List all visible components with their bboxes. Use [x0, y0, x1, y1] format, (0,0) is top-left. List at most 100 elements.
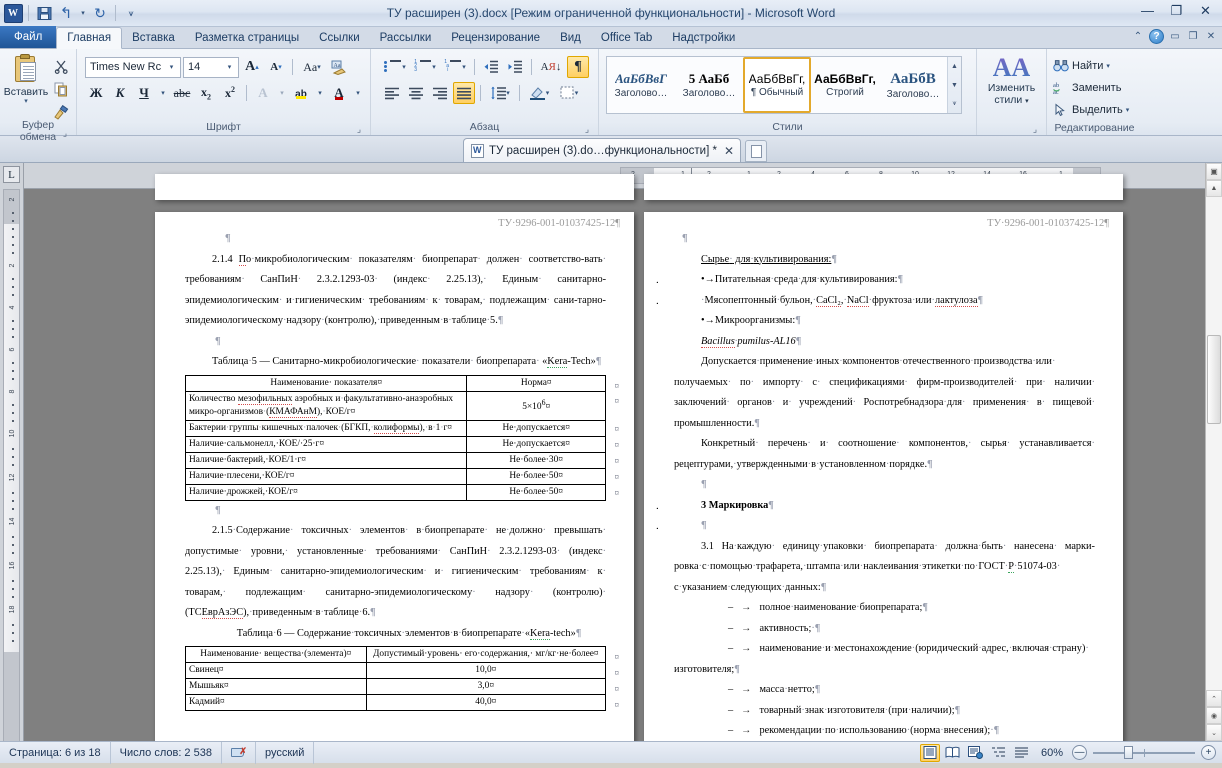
select-browse-object-button[interactable]: ◉	[1206, 707, 1222, 724]
close-icon[interactable]: ✕	[722, 144, 734, 158]
page-body-right[interactable]: ¶ Сырье· для·культивирования:¶ . •→Питате…	[644, 229, 1123, 741]
view-draft-button[interactable]	[1012, 744, 1032, 762]
borders-button[interactable]: ▾	[555, 82, 583, 104]
justify-button[interactable]	[453, 82, 475, 104]
tab-addins[interactable]: Надстройки	[662, 27, 745, 48]
table-5[interactable]: Наименование· показателя¤ Норма¤ Количес…	[184, 374, 606, 501]
find-button[interactable]: Найти ▾	[1053, 55, 1110, 76]
subscript-button[interactable]: x2	[195, 82, 217, 104]
scroll-prev-page-button[interactable]: ⌃	[1206, 690, 1222, 707]
scroll-track[interactable]	[1206, 197, 1222, 690]
styles-scroll-up[interactable]: ▲	[948, 57, 961, 75]
close-button[interactable]: ✕	[1191, 0, 1220, 21]
view-web-layout-button[interactable]	[966, 744, 986, 762]
highlight-button[interactable]: ab	[290, 82, 312, 104]
quick-access-toolbar[interactable]: W ↰ ▾ ↻ ⩛	[0, 3, 141, 23]
zoom-slider[interactable]	[1093, 745, 1195, 760]
view-print-layout-button[interactable]	[919, 743, 940, 762]
change-styles-button[interactable]: АА Изменить стили ▾	[988, 54, 1035, 108]
undo-button[interactable]: ↰	[56, 3, 76, 23]
bold-button[interactable]: Ж	[85, 82, 107, 104]
window-controls[interactable]: — ❐ ✕	[1133, 0, 1220, 21]
shrink-font-button[interactable]: A ▾	[265, 56, 287, 78]
paragraph-dialog-launcher[interactable]: ⌟	[582, 124, 592, 134]
find-dropdown-arrow[interactable]: ▾	[1106, 62, 1110, 70]
grow-font-button[interactable]: A ▴	[241, 56, 263, 78]
word-count[interactable]: Число слов: 2 538	[111, 741, 222, 764]
change-case-button[interactable]: Aa ▾	[298, 56, 326, 78]
new-document-tab-button[interactable]	[745, 140, 768, 162]
redo-button[interactable]: ↻	[90, 3, 110, 23]
sort-button[interactable]: AЯ↓	[537, 56, 565, 78]
tab-references[interactable]: Ссылки	[309, 27, 370, 48]
select-dropdown-arrow[interactable]: ▾	[1126, 106, 1130, 114]
window-restore-doc-icon[interactable]: ❐	[1186, 30, 1200, 44]
tab-view[interactable]: Вид	[550, 27, 591, 48]
align-left-button[interactable]	[381, 82, 403, 104]
document-tab-active[interactable]: ТУ расширен (3).do…функциональности] * ✕	[463, 138, 742, 162]
tab-page-layout[interactable]: Разметка страницы	[185, 27, 309, 48]
language-indicator[interactable]: русский	[256, 741, 315, 764]
chevron-down-icon[interactable]: ▾	[165, 63, 178, 71]
tab-home[interactable]: Главная	[56, 27, 123, 49]
underline-dropdown[interactable]: ▾	[157, 82, 169, 104]
tab-mailings[interactable]: Рассылки	[370, 27, 442, 48]
document-page-left[interactable]: ТУ·9296-001-01037425-12¶ ¶ 2.1.4 По·микр…	[155, 212, 634, 741]
bullets-button[interactable]: ▾	[381, 56, 409, 78]
style-item-1[interactable]: 5 АаБб Заголово…	[675, 57, 743, 113]
increase-indent-button[interactable]	[504, 56, 526, 78]
styles-scroll-down[interactable]: ▼	[948, 76, 961, 94]
tab-review[interactable]: Рецензирование	[441, 27, 550, 48]
save-button[interactable]	[34, 3, 54, 23]
strikethrough-button[interactable]: abc	[171, 82, 193, 104]
cut-button[interactable]	[50, 56, 72, 77]
align-right-button[interactable]	[429, 82, 451, 104]
numbering-button[interactable]: 123 ▾	[411, 56, 439, 78]
text-effects-dropdown[interactable]: ▾	[276, 82, 288, 104]
font-color-dropdown[interactable]: ▾	[352, 82, 364, 104]
scroll-next-page-button[interactable]: ⌄	[1206, 724, 1222, 741]
scroll-up-button[interactable]: ▲	[1206, 180, 1222, 197]
show-formatting-marks-button[interactable]: ¶	[567, 56, 589, 78]
clipboard-dialog-launcher[interactable]: ⌟	[60, 128, 70, 138]
superscript-button[interactable]: x2	[219, 82, 241, 104]
tab-file[interactable]: Файл	[0, 26, 57, 48]
scroll-thumb[interactable]	[1207, 335, 1221, 424]
align-center-button[interactable]	[405, 82, 427, 104]
styles-gallery[interactable]: АаБбВвГ Заголово… 5 АаБб Заголово… АаБбВ…	[606, 56, 962, 114]
font-name-combo[interactable]: Times New Rc ▾	[85, 56, 181, 78]
tab-insert[interactable]: Вставка	[122, 27, 185, 48]
tab-office-tab[interactable]: Office Tab	[591, 27, 662, 48]
style-item-0[interactable]: АаБбВвГ Заголово…	[607, 57, 675, 113]
collapse-ribbon-icon[interactable]: ⌃	[1131, 30, 1145, 44]
window-minimize-doc-icon[interactable]: ▭	[1168, 30, 1182, 44]
tab-stop-selector[interactable]: L	[3, 166, 20, 183]
styles-scrollbar[interactable]: ▲ ▼ ⩛	[947, 57, 961, 113]
vertical-scrollbar[interactable]: ▣ ▲ ⌃ ◉ ⌄	[1205, 163, 1222, 741]
zoom-out-button[interactable]: —	[1072, 745, 1087, 760]
paste-button[interactable]: Вставить ▾	[4, 54, 48, 123]
page-scroll-region[interactable]: ТУ·9296-001-01037425-12¶ ¶ 2.1.4 По·микр…	[24, 174, 1205, 741]
page-body-left[interactable]: ¶ 2.1.4 По·микробиологическим· показател…	[155, 229, 634, 711]
decrease-indent-button[interactable]	[480, 56, 502, 78]
style-item-4[interactable]: АаБбВ Заголово…	[879, 57, 947, 113]
table-6[interactable]: Наименование· вещества·(элемента)¤ Допус…	[185, 646, 607, 711]
line-spacing-button[interactable]: ▾	[486, 82, 514, 104]
document-page-right[interactable]: ТУ·9296-001-01037425-12¶ ¶ Сырье· для·ку…	[644, 212, 1123, 741]
view-outline-button[interactable]	[989, 744, 1009, 762]
styles-more[interactable]: ⩛	[948, 95, 961, 113]
font-color-button[interactable]: A	[328, 82, 350, 104]
copy-button[interactable]	[50, 79, 72, 100]
zoom-slider-thumb[interactable]	[1123, 746, 1133, 759]
italic-button[interactable]: К	[109, 82, 131, 104]
zoom-level[interactable]: 60%	[1035, 747, 1069, 759]
text-effects-button[interactable]: A	[252, 82, 274, 104]
zoom-in-button[interactable]: +	[1201, 745, 1216, 760]
style-item-2[interactable]: АаБбВвГг, ¶ Обычный	[743, 57, 811, 113]
styles-dialog-launcher[interactable]: ⌟	[1030, 124, 1040, 134]
browse-object-icon[interactable]: ▣	[1206, 163, 1222, 180]
highlight-dropdown[interactable]: ▾	[314, 82, 326, 104]
proofing-status[interactable]: ✗	[222, 741, 256, 764]
undo-dropdown[interactable]: ▾	[78, 3, 88, 23]
vertical-ruler[interactable]: 2 2 4 6 8 10 12 14 16 18	[3, 189, 20, 741]
